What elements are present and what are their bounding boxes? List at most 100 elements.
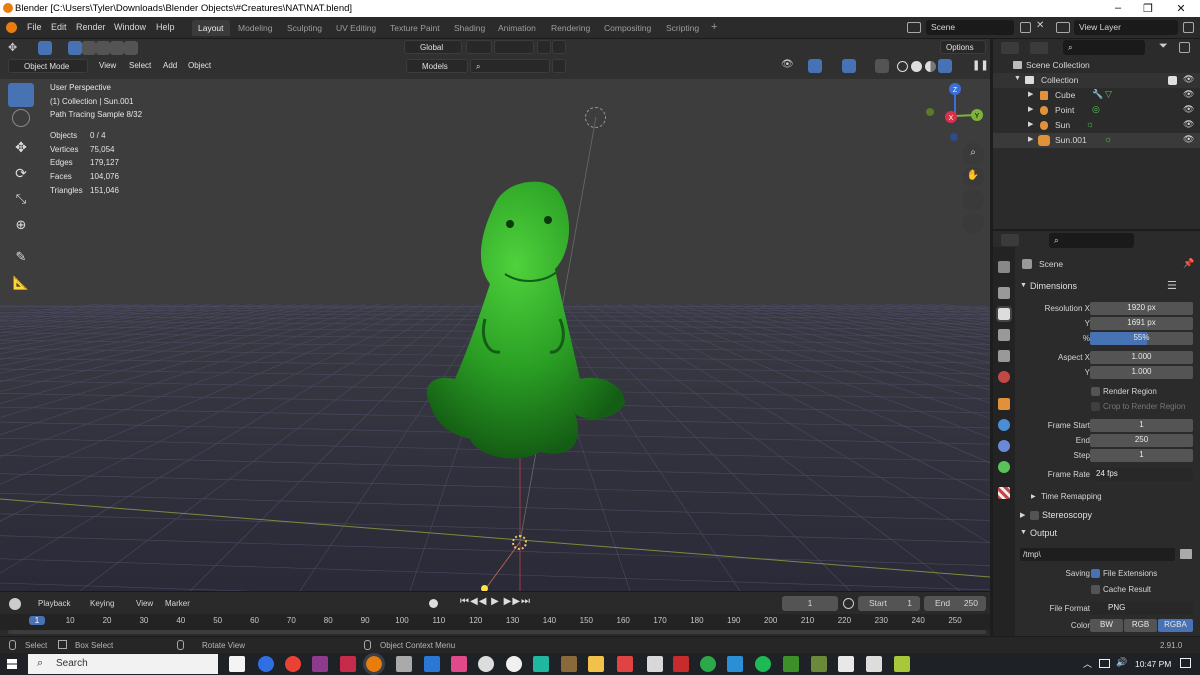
current-frame-field[interactable]: 1 <box>782 596 838 611</box>
outliner-editor-type-icon[interactable] <box>1001 42 1019 54</box>
scene-selector[interactable]: Scene <box>926 20 1014 35</box>
menu-add[interactable]: Add <box>158 59 182 73</box>
transform-tool-icon[interactable]: ⊕ <box>8 217 34 241</box>
app-icon-15[interactable] <box>617 656 633 672</box>
remove-scene-icon[interactable]: ✕ <box>1036 20 1044 31</box>
time-remapping-subpanel[interactable]: Time Remapping <box>1041 492 1102 501</box>
notifications-icon[interactable] <box>1180 658 1191 668</box>
outliner-row-point[interactable]: ▶ Point ◎ 👁 <box>993 103 1200 118</box>
frame-step-field[interactable]: 1 <box>1090 449 1193 462</box>
world-tab-icon[interactable] <box>998 371 1010 383</box>
tab-uv-editing[interactable]: UV Editing <box>330 20 382 36</box>
tool-tab-icon[interactable] <box>998 261 1010 273</box>
network-icon[interactable] <box>1099 659 1110 668</box>
app-icon-16[interactable] <box>647 656 663 672</box>
camera-view-icon[interactable] <box>962 189 984 211</box>
file-extensions-checkbox[interactable] <box>1091 569 1100 578</box>
solid-shading-icon[interactable] <box>911 61 922 72</box>
taskbar-clock[interactable]: 10:47 PM <box>1135 659 1171 669</box>
pivot-dropdown[interactable] <box>466 40 492 54</box>
output-tab-icon[interactable] <box>996 306 1012 322</box>
tab-modeling[interactable]: Modeling <box>232 20 279 36</box>
new-scene-icon[interactable] <box>1020 22 1031 33</box>
exclude-checkbox-icon[interactable] <box>1168 76 1177 85</box>
frame-start-field[interactable]: 1 <box>1090 419 1193 432</box>
close-button[interactable]: ✕ <box>1174 2 1188 15</box>
color-rgba-button[interactable]: RGBA <box>1158 619 1193 632</box>
output-panel-header[interactable]: Output <box>1030 528 1057 538</box>
tab-shading[interactable]: Shading <box>448 20 491 36</box>
app-icon-11[interactable] <box>506 656 522 672</box>
taskbar-search-box[interactable]: ⌕ Search <box>28 654 218 674</box>
select-extend-icon[interactable] <box>82 41 96 55</box>
select-intersect-icon[interactable] <box>124 41 138 55</box>
timeline-scrollbar[interactable] <box>8 630 986 634</box>
app-icon-21[interactable] <box>783 656 799 672</box>
outliner-row-cube[interactable]: ▶ Cube 🔧 ▽ 👁 <box>993 88 1200 103</box>
spotify-icon[interactable] <box>755 656 771 672</box>
editor-type-icon[interactable]: ✥ <box>8 41 22 55</box>
menu-view[interactable]: View <box>94 59 121 73</box>
app-icon-12[interactable] <box>533 656 549 672</box>
object-tab-icon[interactable] <box>998 398 1010 410</box>
pan-hand-icon[interactable]: ✋ <box>962 166 984 188</box>
move-tool-icon[interactable]: ✥ <box>8 139 34 163</box>
app-icon-1[interactable] <box>229 656 245 672</box>
constraints-tab-icon[interactable] <box>998 440 1010 452</box>
current-frame-marker[interactable]: 1 <box>29 616 45 625</box>
windows-start-icon[interactable] <box>7 659 17 669</box>
sun-light-icon[interactable] <box>585 107 606 128</box>
aspect-x-field[interactable]: 1.000 <box>1090 351 1193 364</box>
frame-ruler[interactable]: 1 10 20 30 40 50 60 70 80 90 100 110 120 130 140 150 160… <box>0 614 990 630</box>
outliner-search-field[interactable]: ⌕ <box>1063 40 1145 55</box>
app-icon-10[interactable] <box>478 656 494 672</box>
tab-rendering[interactable]: Rendering <box>545 20 596 36</box>
app-icon-2[interactable] <box>258 656 274 672</box>
crop-region-checkbox[interactable] <box>1091 402 1100 411</box>
maximize-button[interactable]: ❐ <box>1141 2 1155 15</box>
app-icon-4[interactable] <box>312 656 328 672</box>
app-icon-18[interactable] <box>700 656 716 672</box>
cursor-tool-icon[interactable] <box>12 109 30 127</box>
preview-range-clock-icon[interactable] <box>843 598 854 609</box>
view-layer-tab-icon[interactable] <box>998 329 1010 341</box>
timeline-editor-type-icon[interactable] <box>9 598 21 610</box>
blender-menu-icon[interactable] <box>6 22 17 33</box>
expand-arrow-icon[interactable]: ▶ <box>1028 120 1033 128</box>
visibility-eye-icon[interactable]: 👁 <box>1183 89 1194 100</box>
output-path-field[interactable]: /tmp\ <box>1020 548 1175 561</box>
expand-arrow-icon[interactable]: ▶ <box>1028 105 1033 113</box>
menu-edit[interactable]: Edit <box>51 22 67 32</box>
frame-rate-dropdown[interactable]: 24 fps <box>1090 468 1193 481</box>
select-new-icon[interactable] <box>68 41 82 55</box>
resolution-percent-slider[interactable]: 55% <box>1090 332 1193 345</box>
cache-result-checkbox[interactable] <box>1091 585 1100 594</box>
tray-chevron-icon[interactable]: ︿ <box>1083 657 1092 670</box>
add-workspace-button[interactable]: + <box>705 18 723 34</box>
properties-editor-type-icon[interactable] <box>1001 234 1019 246</box>
app-icon-23[interactable] <box>838 656 854 672</box>
expand-arrow-icon[interactable]: ▶ <box>1028 90 1033 98</box>
render-tab-icon[interactable] <box>998 287 1010 299</box>
outliner-row-collection[interactable]: ▼ Collection 👁 <box>993 73 1200 88</box>
start-frame-field[interactable]: Start 1 <box>858 596 920 611</box>
tab-texture-paint[interactable]: Texture Paint <box>384 20 446 36</box>
app-icon-7[interactable] <box>396 656 412 672</box>
presets-list-icon[interactable]: ☰ <box>1167 279 1177 292</box>
tab-sculpting[interactable]: Sculpting <box>281 20 328 36</box>
expand-arrow-icon[interactable]: ▶ <box>1031 493 1036 500</box>
dimensions-panel-header[interactable]: Dimensions <box>1030 281 1077 291</box>
stereoscopy-checkbox[interactable] <box>1030 511 1039 520</box>
menu-timeline-view[interactable]: View <box>136 599 153 608</box>
menu-select[interactable]: Select <box>124 59 156 73</box>
select-invert-icon[interactable] <box>110 41 124 55</box>
perspective-toggle-icon[interactable] <box>962 212 984 234</box>
menu-window[interactable]: Window <box>114 22 146 32</box>
resolution-x-field[interactable]: 1920 px <box>1090 302 1193 315</box>
display-mode-icon[interactable] <box>1030 42 1048 54</box>
scale-tool-icon[interactable]: ⤡ <box>8 191 34 215</box>
aspect-y-field[interactable]: 1.000 <box>1090 366 1193 379</box>
mode-dropdown[interactable]: Object Mode <box>8 59 88 73</box>
visibility-icon[interactable]: 👁 <box>781 59 795 73</box>
tab-compositing[interactable]: Compositing <box>598 20 657 36</box>
